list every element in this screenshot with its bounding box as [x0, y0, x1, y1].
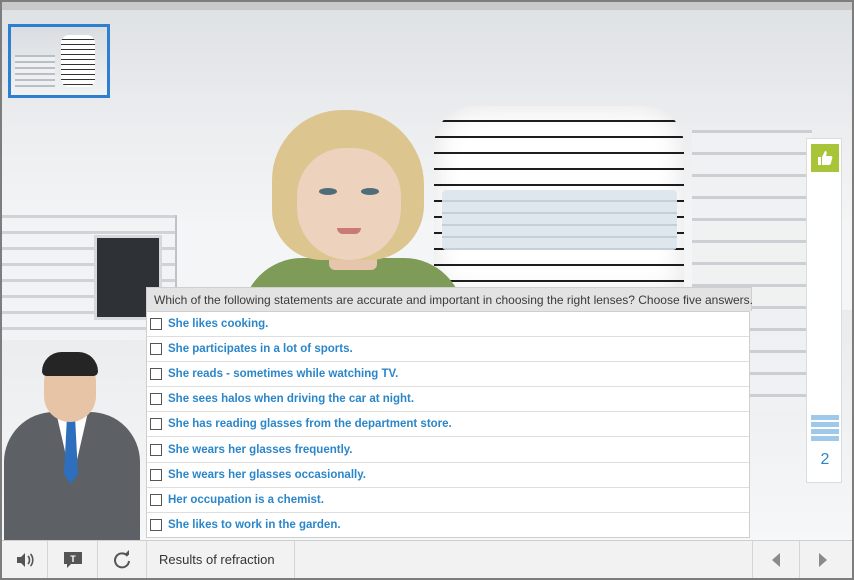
answer-checkbox[interactable]: [150, 343, 162, 356]
display-counter: [442, 190, 677, 250]
thumbs-up-icon[interactable]: [811, 144, 839, 172]
answer-label: She likes cooking.: [168, 318, 269, 331]
answer-checkbox[interactable]: [150, 493, 162, 506]
answer-label: She likes to work in the garden.: [168, 519, 341, 532]
customer-right-eye: [361, 188, 379, 195]
answer-label: She wears her glasses frequently.: [168, 443, 353, 456]
next-arrow-icon: [819, 553, 827, 567]
answer-label: She wears her glasses occasionally.: [168, 468, 366, 481]
answer-list: She likes cooking. She participates in a …: [146, 311, 750, 538]
answer-option[interactable]: She sees halos when driving the car at n…: [147, 387, 749, 413]
answer-label: She has reading glasses from the departm…: [168, 418, 452, 431]
progress-track: [811, 181, 839, 441]
bottom-toolbar: T Results of refraction: [2, 540, 852, 578]
progress-count: 2: [820, 451, 830, 468]
answer-checkbox[interactable]: [150, 418, 162, 431]
answer-checkbox[interactable]: [150, 318, 162, 331]
answer-option[interactable]: Her occupation is a chemist.: [147, 488, 749, 513]
app-frame: 2 Which of the following statements are …: [0, 0, 854, 580]
answer-checkbox[interactable]: [150, 393, 162, 406]
speaker-button[interactable]: [2, 541, 48, 578]
customer-mouth: [337, 228, 361, 234]
customer-face: [297, 148, 401, 260]
status-text: Results of refraction: [147, 541, 295, 578]
answer-checkbox[interactable]: [150, 443, 162, 456]
answer-option[interactable]: She wears her glasses occasionally.: [147, 463, 749, 488]
answer-label: She sees halos when driving the car at n…: [168, 393, 415, 406]
answer-option[interactable]: She likes to work in the garden.: [147, 513, 749, 538]
question-text: Which of the following statements are ac…: [146, 287, 753, 311]
svg-text:T: T: [70, 554, 76, 564]
answer-option[interactable]: She reads - sometimes while watching TV.: [147, 362, 749, 388]
speaker-icon: [16, 553, 34, 567]
answer-label: She reads - sometimes while watching TV.: [168, 368, 399, 381]
answer-label: She participates in a lot of sports.: [168, 343, 353, 356]
next-button[interactable]: [799, 541, 846, 578]
optician-hair: [42, 352, 98, 376]
replay-button[interactable]: [98, 541, 147, 578]
previous-button[interactable]: [752, 541, 799, 578]
answer-checkbox[interactable]: [150, 368, 162, 381]
previous-arrow-icon: [772, 553, 780, 567]
customer-left-eye: [319, 188, 337, 195]
thumbnail-tower: [61, 35, 95, 87]
answer-option[interactable]: She has reading glasses from the departm…: [147, 412, 749, 438]
thumbnail-shelf: [15, 55, 55, 89]
answer-option[interactable]: She likes cooking.: [147, 312, 749, 338]
progress-panel: 2: [806, 138, 842, 483]
answer-checkbox[interactable]: [150, 468, 162, 481]
top-border: [2, 2, 852, 10]
answer-label: Her occupation is a chemist.: [168, 493, 324, 506]
transcript-icon: T: [63, 552, 82, 568]
answer-option[interactable]: She wears her glasses frequently.: [147, 437, 749, 463]
optician-avatar: [2, 350, 147, 540]
transcript-button[interactable]: T: [48, 541, 98, 578]
replay-icon: [114, 550, 130, 569]
progress-fill: [811, 415, 839, 441]
scene-thumbnail[interactable]: [8, 24, 110, 98]
answer-checkbox[interactable]: [150, 519, 162, 532]
answer-option[interactable]: She participates in a lot of sports.: [147, 337, 749, 363]
